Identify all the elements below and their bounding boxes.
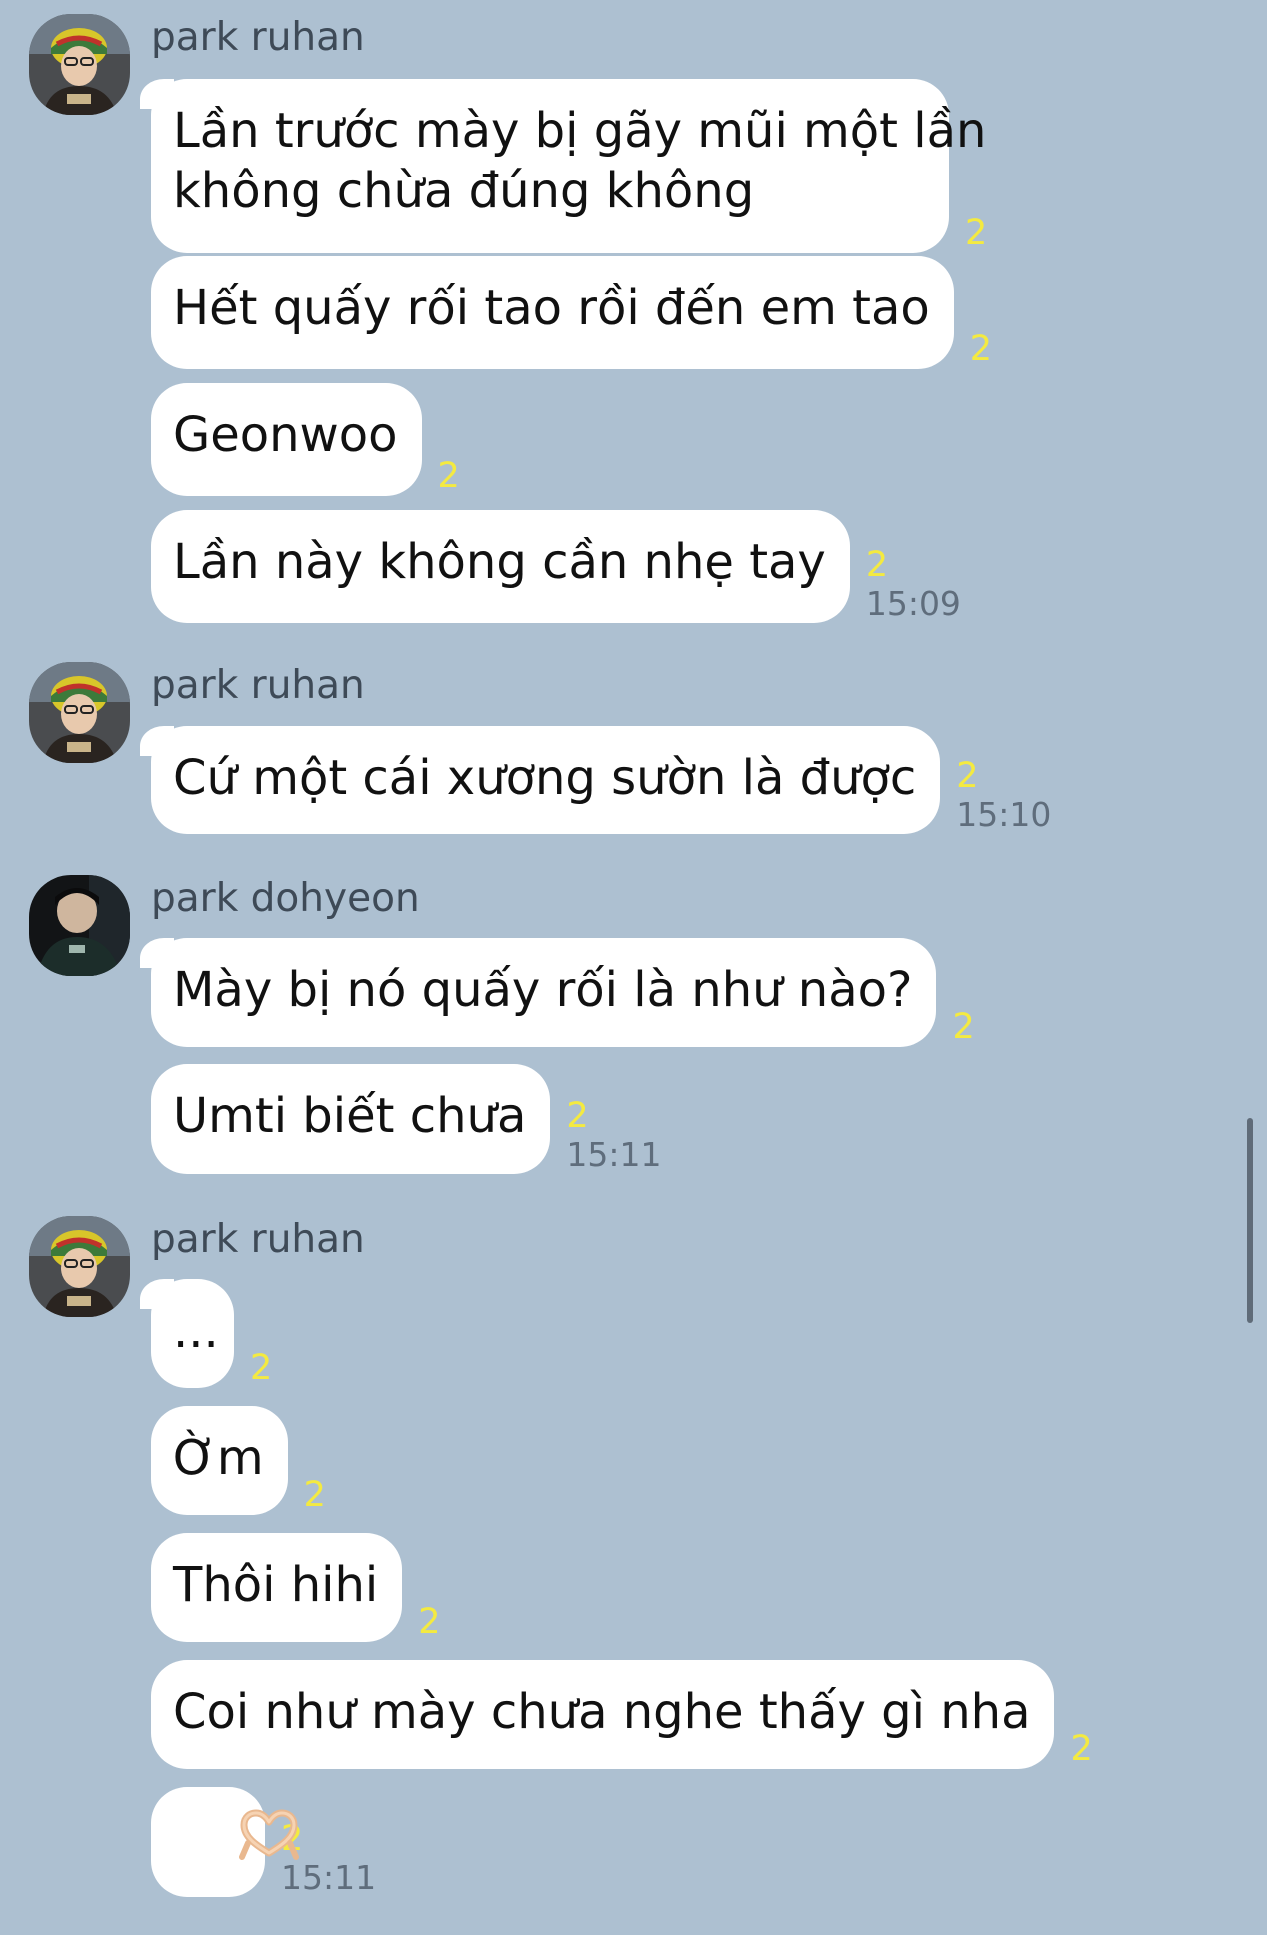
unread-count: 2 (952, 1007, 975, 1047)
sender-name: park ruhan (151, 15, 365, 60)
message-bubble[interactable]: Geonwoo (151, 383, 422, 496)
avatar[interactable] (29, 1216, 130, 1317)
unread-count: 2 (250, 1348, 273, 1388)
message-meta: 2 (1070, 1729, 1092, 1769)
avatar[interactable] (29, 875, 130, 976)
message-row: Ờm 2 (151, 1406, 326, 1515)
message-bubble[interactable]: Hết quấy rối tao rồi đến em tao (151, 256, 954, 369)
message-meta: 2 (970, 329, 992, 369)
message-bubble[interactable]: Lần này không cần nhẹ tay (151, 510, 850, 623)
message-meta: 2 (418, 1602, 440, 1642)
message-row: Mày bị nó quấy rối là như nào? 2 (139, 938, 975, 1047)
message-bubble[interactable]: Cứ một cái xương sườn là được (139, 726, 941, 834)
message-bubble[interactable]: Thôi hihi (151, 1533, 403, 1642)
message-meta: 2 (438, 456, 460, 496)
message-bubble[interactable] (151, 1787, 300, 1897)
sender-name: park ruhan (151, 1217, 365, 1262)
message-row: Lần trước mày bị gãy mũi một lần không c… (140, 79, 987, 253)
message-bubble[interactable]: ... (140, 1279, 234, 1388)
timestamp: 15:10 (956, 795, 1052, 834)
message-bubble[interactable]: Lần trước mày bị gãy mũi một lần không c… (140, 79, 986, 253)
avatar[interactable] (29, 14, 130, 115)
unread-count: 2 (865, 545, 889, 585)
unread-count: 2 (437, 456, 460, 496)
message-meta: 2 (965, 213, 987, 253)
message-row: Geonwoo 2 (151, 383, 460, 496)
message-row: ... 2 (140, 1279, 272, 1388)
scrollbar[interactable] (1247, 1118, 1253, 1323)
unread-count: 2 (1070, 1729, 1093, 1769)
timestamp: 15:09 (865, 584, 961, 623)
message-meta: 2 (952, 1007, 974, 1047)
avatar[interactable] (29, 662, 130, 763)
timestamp: 15:11 (566, 1135, 662, 1174)
message-bubble[interactable]: Mày bị nó quấy rối là như nào? (139, 938, 937, 1047)
unread-count: 2 (303, 1475, 326, 1515)
message-meta: 2 (304, 1475, 326, 1515)
message-meta: 2 15:11 (566, 1096, 661, 1174)
message-row: Umti biết chưa 2 15:11 (151, 1064, 661, 1174)
unread-count: 2 (969, 329, 993, 369)
unread-count: 2 (956, 756, 979, 796)
message-bubble[interactable]: Umti biết chưa (151, 1064, 551, 1174)
message-meta: 2 (250, 1348, 272, 1388)
message-row: Lần này không cần nhẹ tay 2 15:09 (151, 510, 961, 623)
message-meta: 2 15:09 (866, 545, 961, 623)
unread-count: 2 (965, 213, 988, 253)
message-row: 2 15:11 (151, 1787, 376, 1897)
unread-count: 2 (566, 1096, 589, 1136)
sender-name: park dohyeon (151, 876, 420, 921)
message-row: Thôi hihi 2 (151, 1533, 441, 1642)
message-meta: 2 15:10 (956, 756, 1051, 834)
sender-name: park ruhan (151, 663, 365, 708)
message-bubble[interactable]: Ờm (151, 1406, 288, 1515)
message-row: Hết quấy rối tao rồi đến em tao 2 (151, 256, 992, 369)
heart-hands-icon (116, 1749, 300, 1935)
message-row: Cứ một cái xương sườn là được 2 15:10 (139, 726, 1051, 834)
unread-count: 2 (418, 1602, 441, 1642)
